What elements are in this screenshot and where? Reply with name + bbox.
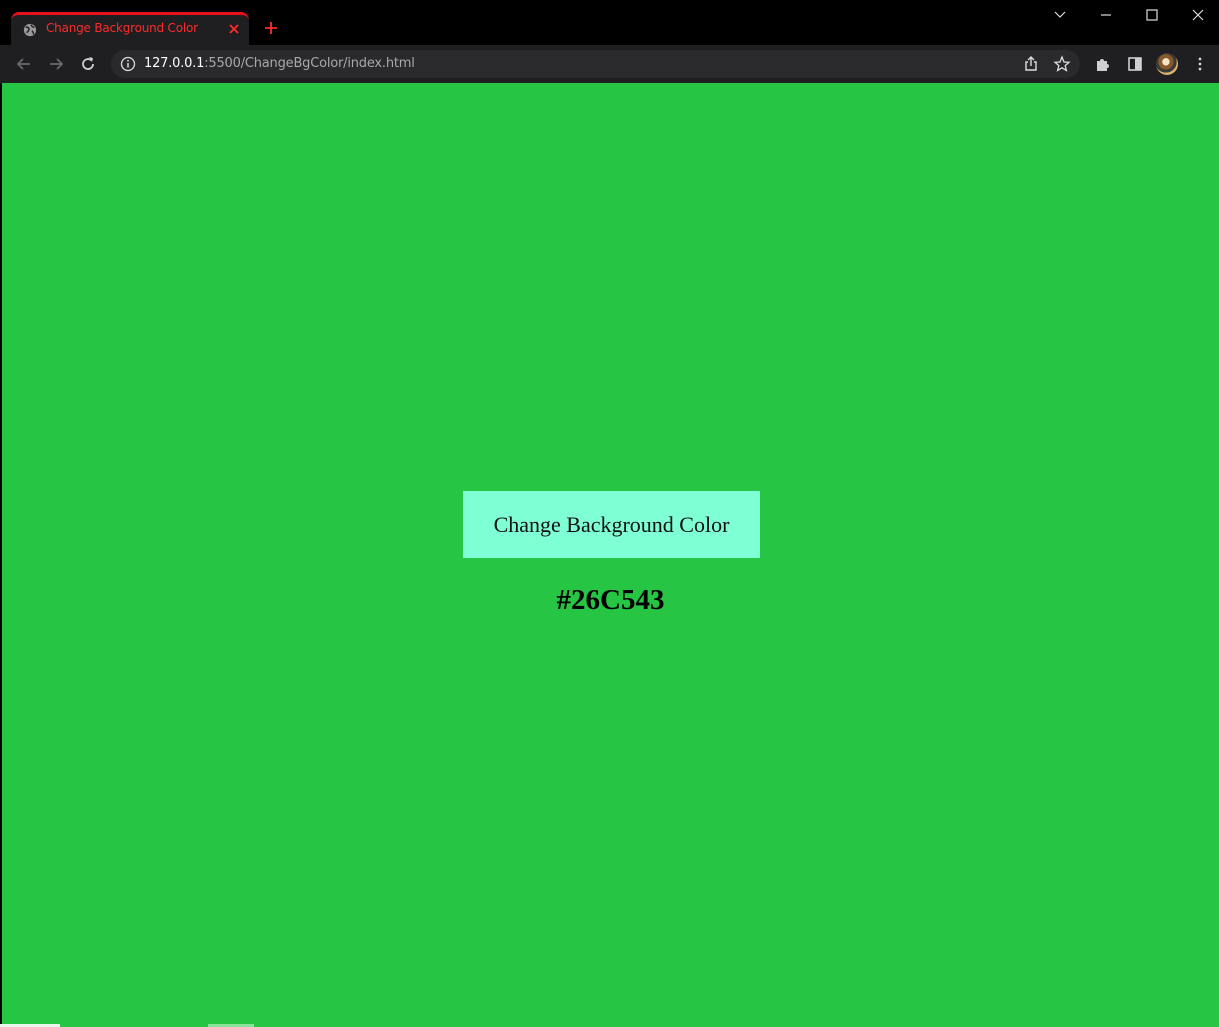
address-bar[interactable]: 127.0.0.1:5500/ChangeBgColor/index.html [111, 50, 1080, 78]
chevron-down-icon [1054, 11, 1066, 18]
browser-tab[interactable]: Change Background Color [11, 12, 249, 45]
info-icon[interactable] [120, 56, 136, 72]
more-vertical-icon [1198, 57, 1202, 71]
close-window-button[interactable] [1175, 0, 1219, 30]
arrow-left-icon [16, 58, 30, 70]
minimize-button[interactable] [1083, 0, 1129, 30]
arrow-right-icon [50, 58, 64, 70]
side-panel-button[interactable] [1125, 54, 1145, 74]
reload-icon [82, 57, 94, 70]
maximize-icon [1146, 9, 1158, 21]
maximize-button[interactable] [1129, 0, 1175, 30]
url-path: :5500/ChangeBgColor/index.html [204, 56, 415, 71]
new-tab-icon[interactable] [262, 19, 280, 37]
star-icon[interactable] [1053, 55, 1071, 73]
page-viewport: Change Background Color #26C543 [2, 83, 1219, 1027]
profile-avatar[interactable] [1156, 53, 1178, 75]
browser-titlebar: Change Background Color [0, 0, 1219, 45]
side-panel-icon [1128, 57, 1142, 71]
browser-toolbar: 127.0.0.1:5500/ChangeBgColor/index.html [0, 45, 1219, 83]
close-tab-icon[interactable] [227, 22, 241, 36]
tab-title: Change Background Color [46, 21, 198, 35]
extensions-button[interactable] [1093, 54, 1113, 74]
menu-button[interactable] [1190, 54, 1210, 74]
minimize-icon [1101, 14, 1111, 16]
tab-search-button[interactable] [1037, 0, 1083, 30]
back-button[interactable] [13, 53, 35, 75]
hex-color-text: #26C543 [556, 584, 665, 616]
puzzle-icon [1097, 59, 1109, 71]
url-host: 127.0.0.1 [144, 56, 205, 71]
close-icon [1192, 9, 1204, 21]
globe-icon [23, 23, 37, 37]
share-icon[interactable] [1022, 55, 1040, 73]
change-background-button[interactable]: Change Background Color [463, 491, 760, 558]
reload-button[interactable] [77, 53, 99, 75]
url-text[interactable]: 127.0.0.1:5500/ChangeBgColor/index.html [144, 56, 415, 71]
forward-button[interactable] [45, 53, 67, 75]
